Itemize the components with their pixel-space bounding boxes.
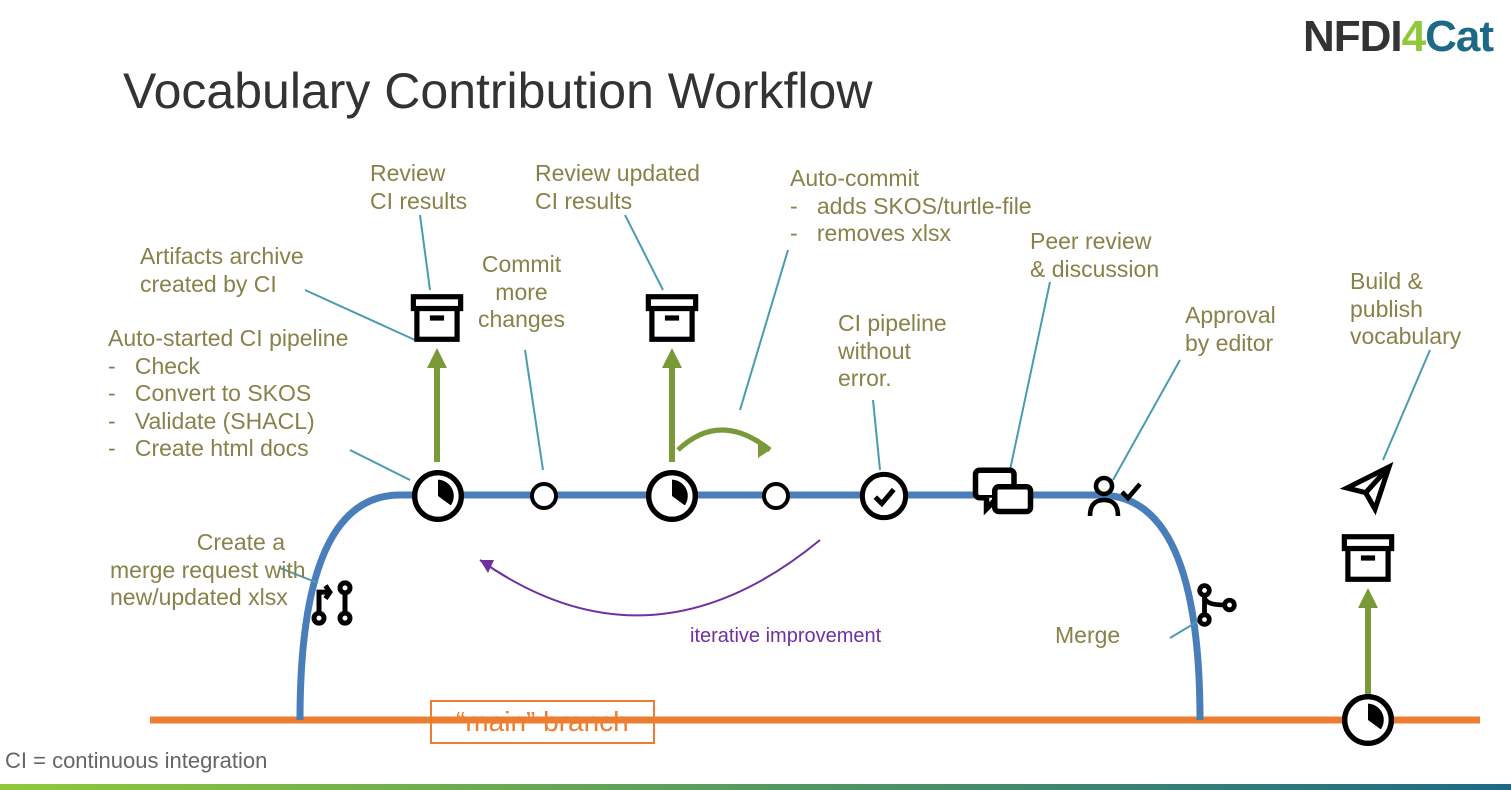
merge-request-icon (306, 577, 358, 634)
approval-icon (1085, 472, 1143, 525)
label-auto-commit: Auto-commit - adds SKOS/turtle-file - re… (790, 165, 1032, 248)
main-branch-box: “main” branch (430, 700, 655, 744)
label-commit-more: Commit more changes (478, 251, 565, 334)
logo-part1: NFDI (1303, 12, 1402, 61)
merge-icon (1192, 580, 1242, 635)
label-iterative: iterative improvement (690, 625, 881, 648)
commit-dot-2-icon (760, 480, 792, 517)
commit-dot-icon (528, 480, 560, 517)
page-title: Vocabulary Contribution Workflow (123, 62, 872, 120)
archive-box-2-icon (643, 292, 701, 349)
label-ci-pipeline: Auto-started CI pipeline - Check - Conve… (108, 325, 348, 463)
check-circle-icon (858, 470, 910, 527)
discussion-icon (970, 462, 1036, 533)
ci-pipeline-main-icon (1340, 692, 1396, 753)
label-artifacts: Artifacts archive created by CI (140, 243, 304, 298)
logo-part2: 4 (1402, 12, 1425, 61)
archive-box-1-icon (408, 292, 466, 349)
footnote: CI = continuous integration (5, 748, 267, 774)
label-review-ci: Review CI results (370, 160, 467, 215)
paper-plane-icon (1340, 460, 1396, 521)
label-peer-review: Peer review & discussion (1030, 228, 1159, 283)
logo-part3: Cat (1425, 12, 1493, 61)
label-merge-request: Create a merge request with new/updated … (110, 529, 285, 612)
ci-pipeline-2-icon (644, 468, 700, 529)
label-ci-no-error: CI pipeline without error. (838, 310, 947, 393)
label-build-publish: Build & publish vocabulary (1350, 268, 1461, 351)
ci-pipeline-icon (410, 468, 466, 529)
label-merge: Merge (1055, 622, 1120, 650)
archive-box-3-icon (1339, 532, 1397, 589)
label-approval: Approval by editor (1185, 302, 1276, 357)
label-review-updated: Review updated CI results (535, 160, 700, 215)
logo: NFDI4Cat (1303, 12, 1493, 62)
footer-gradient (0, 784, 1511, 790)
